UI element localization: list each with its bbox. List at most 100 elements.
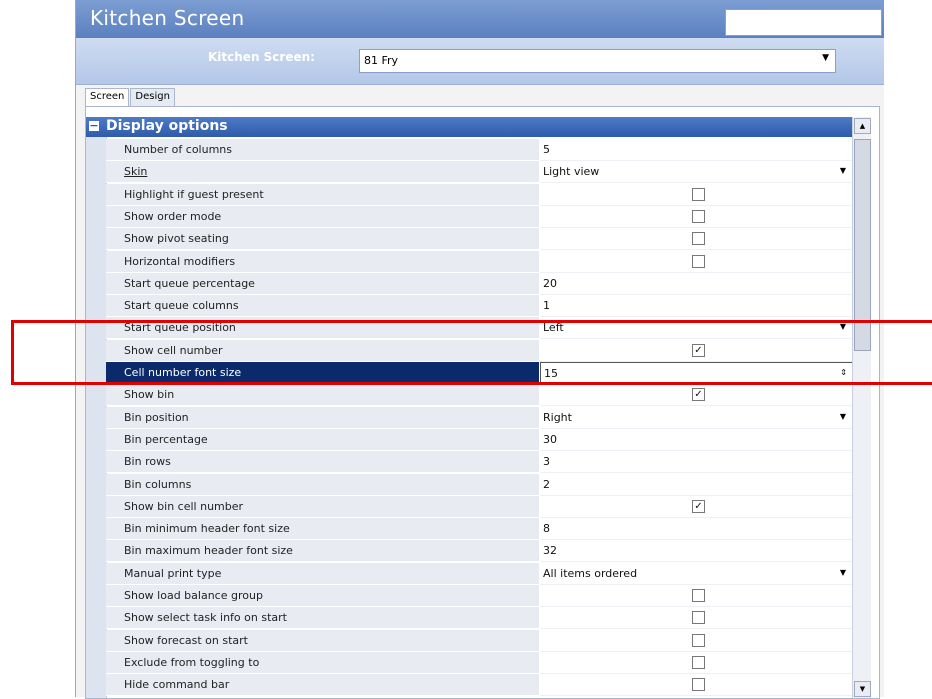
- scroll-down-icon[interactable]: ▼: [854, 681, 871, 697]
- property-checkbox[interactable]: [692, 589, 705, 602]
- property-row[interactable]: Manual print type All items ordered ▼: [106, 562, 852, 585]
- property-value-cell[interactable]: 5: [540, 139, 852, 161]
- property-value-cell[interactable]: 1: [540, 295, 852, 318]
- property-label-cell[interactable]: Show order mode: [106, 205, 539, 228]
- chevron-down-icon[interactable]: ▼: [822, 53, 829, 63]
- property-label-cell[interactable]: Bin position: [106, 406, 539, 429]
- property-value-cell[interactable]: [540, 674, 852, 697]
- property-value-cell[interactable]: ✓: [540, 384, 852, 407]
- property-row[interactable]: Bin percentage 30: [106, 428, 852, 451]
- vertical-scrollbar[interactable]: ▲ ▼: [852, 117, 871, 698]
- highlight-callout: [11, 320, 932, 385]
- property-value: All items ordered: [543, 566, 638, 580]
- property-value-cell[interactable]: Light view ▼: [540, 161, 852, 184]
- property-value-cell[interactable]: All items ordered ▼: [540, 562, 852, 585]
- property-value-cell[interactable]: 30: [540, 428, 852, 451]
- property-value-cell[interactable]: Right ▼: [540, 406, 852, 429]
- property-label-cell[interactable]: Manual print type: [106, 562, 539, 585]
- property-row[interactable]: Show forecast on start: [106, 629, 852, 652]
- property-value-cell[interactable]: ✓: [540, 495, 852, 518]
- property-label-cell[interactable]: Bin percentage: [106, 428, 539, 451]
- property-label-cell[interactable]: Number of columns: [106, 139, 539, 161]
- display-options-header[interactable]: − Display options: [86, 117, 852, 137]
- scroll-up-icon[interactable]: ▲: [854, 118, 871, 134]
- chevron-down-icon[interactable]: ▼: [840, 412, 846, 421]
- tab-screen[interactable]: Screen: [85, 88, 130, 106]
- property-value-cell[interactable]: [540, 228, 852, 251]
- property-row[interactable]: Highlight if guest present: [106, 183, 852, 206]
- property-value: 32: [543, 544, 557, 558]
- property-value-cell[interactable]: 3: [540, 451, 852, 474]
- property-label: Show bin: [124, 388, 175, 402]
- property-label-cell[interactable]: Bin minimum header font size: [106, 518, 539, 541]
- property-label-cell[interactable]: Show bin: [106, 384, 539, 407]
- property-label-cell[interactable]: Show pivot seating: [106, 228, 539, 251]
- property-row[interactable]: Show bin cell number ✓: [106, 495, 852, 518]
- property-checkbox[interactable]: [692, 187, 705, 201]
- property-row[interactable]: Bin minimum header font size 8: [106, 518, 852, 541]
- kitchen-screen-select[interactable]: 81 Fry ▼: [359, 49, 836, 73]
- property-row[interactable]: Horizontal modifiers: [106, 250, 852, 273]
- property-checkbox[interactable]: ✓: [692, 388, 705, 402]
- property-value: 20: [543, 276, 557, 290]
- property-row[interactable]: Show pivot seating: [106, 228, 852, 251]
- chevron-down-icon[interactable]: ▼: [840, 166, 846, 175]
- property-value: 2: [543, 477, 550, 491]
- property-label-cell[interactable]: Show forecast on start: [106, 629, 539, 652]
- property-value-cell[interactable]: [540, 250, 852, 273]
- property-row[interactable]: Show bin ✓: [106, 384, 852, 407]
- property-value-cell[interactable]: [540, 183, 852, 206]
- chevron-down-icon[interactable]: ▼: [840, 568, 846, 577]
- property-value-cell[interactable]: 8: [540, 518, 852, 541]
- property-checkbox[interactable]: [692, 655, 705, 669]
- property-value-cell[interactable]: 20: [540, 272, 852, 295]
- property-label-cell[interactable]: Start queue columns: [106, 295, 539, 318]
- property-row[interactable]: Skin Light view ▼: [106, 161, 852, 184]
- property-label-cell[interactable]: Show load balance group: [106, 585, 539, 607]
- property-label-cell[interactable]: Highlight if guest present: [106, 183, 539, 206]
- collapse-icon[interactable]: −: [89, 120, 99, 131]
- property-checkbox[interactable]: [692, 209, 705, 223]
- property-value-cell[interactable]: [540, 585, 852, 607]
- property-row[interactable]: Bin position Right ▼: [106, 406, 852, 429]
- property-label: Skin: [124, 165, 148, 179]
- property-label-cell[interactable]: Exclude from toggling to: [106, 651, 539, 674]
- property-value-cell[interactable]: [540, 607, 852, 630]
- property-checkbox[interactable]: [692, 232, 705, 246]
- property-row[interactable]: Exclude from toggling to: [106, 651, 852, 674]
- property-row[interactable]: Bin rows 3: [106, 451, 852, 474]
- tab-design[interactable]: Design: [130, 88, 175, 106]
- property-value-cell[interactable]: 2: [540, 473, 852, 496]
- property-label-cell[interactable]: Bin columns: [106, 473, 539, 496]
- property-label-cell[interactable]: Start queue percentage: [106, 272, 539, 295]
- property-label-cell[interactable]: Bin rows: [106, 451, 539, 474]
- property-value-cell[interactable]: [540, 651, 852, 674]
- property-checkbox[interactable]: [692, 633, 705, 647]
- window-title: Kitchen Screen: [90, 6, 245, 30]
- property-label-cell[interactable]: Show select task info on start: [106, 607, 539, 630]
- property-value-cell[interactable]: 32: [540, 540, 852, 563]
- property-row[interactable]: Hide command bar: [106, 674, 852, 697]
- property-value-cell[interactable]: [540, 205, 852, 228]
- property-row[interactable]: Bin maximum header font size 32: [106, 540, 852, 563]
- property-row[interactable]: Start queue percentage 20: [106, 272, 852, 295]
- property-label-cell[interactable]: Skin: [106, 161, 539, 184]
- property-label-cell[interactable]: Hide command bar: [106, 674, 539, 697]
- property-checkbox[interactable]: [692, 611, 705, 625]
- property-label: Start queue columns: [124, 299, 239, 313]
- property-row[interactable]: Start queue columns 1: [106, 295, 852, 318]
- property-row[interactable]: Number of columns 5: [106, 139, 852, 161]
- property-label-cell[interactable]: Show bin cell number: [106, 495, 539, 518]
- property-row[interactable]: Show load balance group: [106, 585, 852, 607]
- property-label: Start queue percentage: [124, 276, 255, 290]
- property-checkbox[interactable]: ✓: [692, 499, 705, 513]
- property-checkbox[interactable]: [692, 678, 705, 692]
- property-label-cell[interactable]: Bin maximum header font size: [106, 540, 539, 563]
- title-search-box[interactable]: [725, 9, 882, 36]
- property-value-cell[interactable]: [540, 629, 852, 652]
- property-label-cell[interactable]: Horizontal modifiers: [106, 250, 539, 273]
- property-checkbox[interactable]: [692, 254, 705, 268]
- property-row[interactable]: Bin columns 2: [106, 473, 852, 496]
- property-row[interactable]: Show select task info on start: [106, 607, 852, 630]
- property-row[interactable]: Show order mode: [106, 205, 852, 228]
